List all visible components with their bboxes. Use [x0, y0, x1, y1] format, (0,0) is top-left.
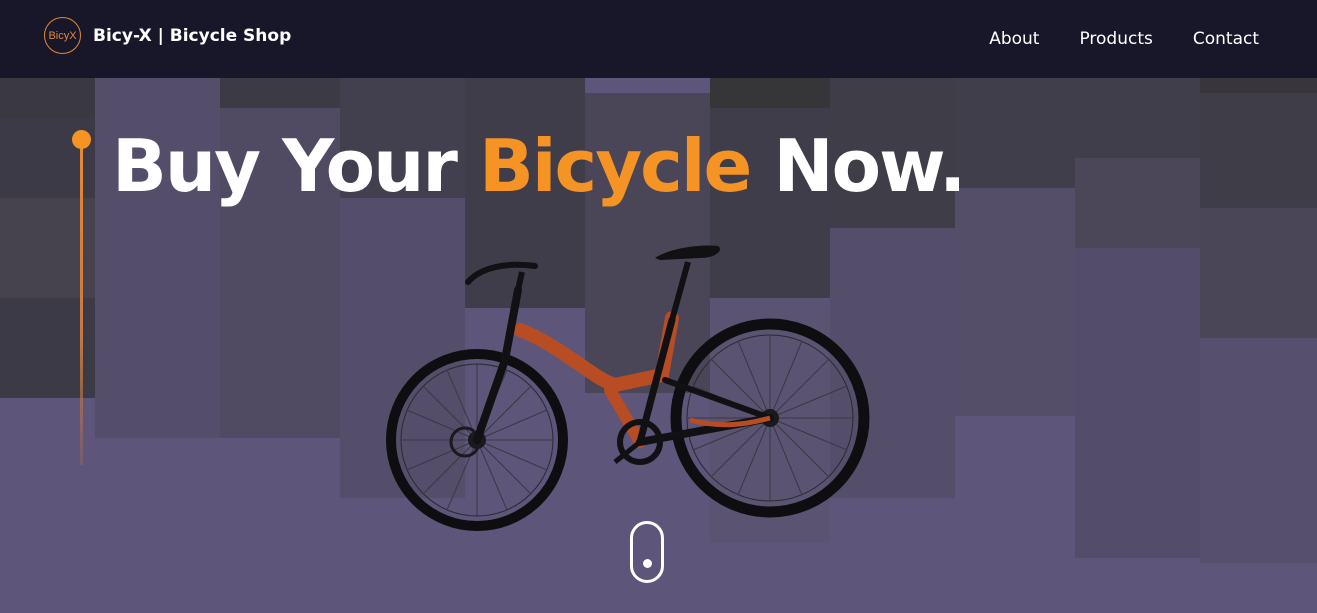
accent-line	[80, 140, 83, 465]
nav-contact[interactable]: Contact	[1193, 29, 1259, 49]
logo-text: BicyX	[48, 29, 77, 42]
headline-highlight: Bicycle	[478, 124, 752, 208]
accent-dot	[72, 130, 91, 149]
brand-name: Bicy-X | Bicycle Shop	[93, 25, 292, 46]
scroll-dot	[643, 559, 652, 568]
scroll-mouse-icon[interactable]	[630, 521, 664, 583]
hero-section: Buy Your Bicycle Now.	[0, 78, 1317, 613]
logo-icon: BicyX	[44, 17, 81, 54]
logo[interactable]: BicyX Bicy-X | Bicycle Shop	[44, 17, 291, 54]
headline-part1: Buy Your	[112, 124, 479, 208]
nav-about[interactable]: About	[989, 29, 1039, 49]
headline-part2: Now.	[750, 124, 966, 208]
nav-products[interactable]: Products	[1079, 29, 1152, 49]
hero-headline: Buy Your Bicycle Now.	[112, 130, 966, 202]
main-nav: About Products Contact	[949, 0, 1259, 78]
site-header: BicyX Bicy-X | Bicycle Shop About Produc…	[0, 0, 1317, 78]
